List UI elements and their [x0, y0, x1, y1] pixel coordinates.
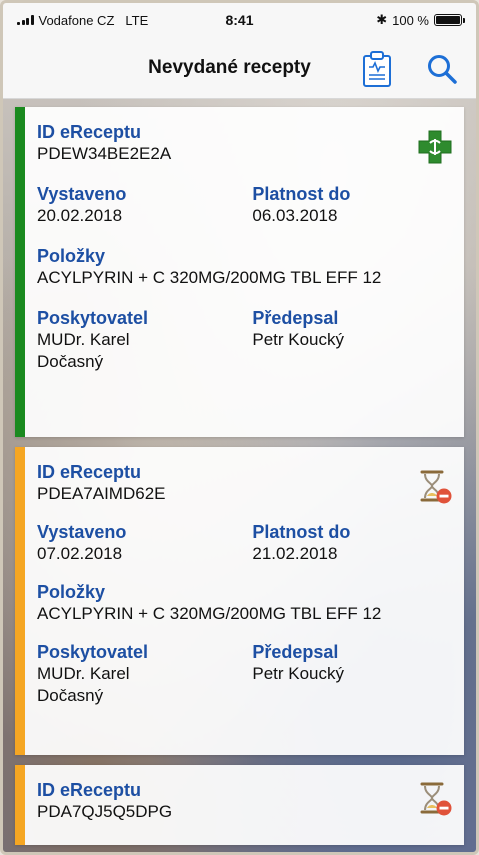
prescription-card[interactable]: ID eReceptu PDA7QJ5Q5DPG — [15, 765, 464, 845]
prescription-card[interactable]: ID eReceptu PDEW34BE2E2A Vystaveno 20.02… — [15, 107, 464, 437]
status-right: ✱ 100 % — [376, 12, 465, 28]
carrier-name: Vodafone CZ — [38, 12, 115, 28]
prescriber-value: Petr Koucký — [252, 330, 345, 349]
nav-bar: Nevydané recepty — [3, 37, 476, 99]
bluetooth-icon: ✱ — [376, 12, 388, 27]
clipboard-icon — [363, 51, 391, 87]
prescriber-label: Předepsal — [252, 308, 339, 328]
id-value: PDA7QJ5Q5DPG — [37, 802, 173, 821]
valid-until-label: Platnost do — [252, 184, 351, 204]
issued-label: Vystaveno — [37, 184, 127, 204]
issued-label: Vystaveno — [37, 522, 127, 542]
id-value: PDEA7AIMD62E — [37, 484, 166, 503]
valid-until-label: Platnost do — [252, 522, 351, 542]
prescriber-value: Petr Koucký — [252, 664, 345, 683]
provider-value-line1: MUDr. Karel — [37, 664, 130, 683]
status-left: Vodafone CZ LTE — [17, 13, 148, 28]
hourglass-cancel-icon — [420, 782, 452, 816]
clipboard-button[interactable] — [362, 51, 392, 87]
valid-until-value: 06.03.2018 — [252, 206, 338, 225]
id-label: ID eReceptu — [37, 780, 142, 800]
network-type: LTE — [125, 12, 149, 28]
id-label: ID eReceptu — [37, 122, 142, 142]
issued-value: 20.02.2018 — [37, 206, 123, 225]
hourglass-cancel-icon — [420, 470, 452, 504]
search-icon — [428, 55, 457, 84]
id-value: PDEW34BE2E2A — [37, 144, 172, 163]
provider-label: Poskytovatel — [37, 642, 149, 662]
prescription-card[interactable]: ID eReceptu PDEA7AIMD62E Vystaveno 07.02… — [15, 447, 464, 755]
issued-value: 07.02.2018 — [37, 544, 123, 563]
signal-icon — [17, 15, 34, 25]
items-value: ACYLPYRIN + C 320MG/200MG TBL EFF 12 — [37, 268, 382, 287]
items-label: Položky — [37, 582, 106, 602]
provider-label: Poskytovatel — [37, 308, 149, 328]
battery-icon — [434, 14, 465, 26]
battery-percent: 100 % — [392, 12, 429, 28]
valid-until-value: 21.02.2018 — [252, 544, 338, 563]
phone-frame: Vodafone CZ LTE 8:41 ✱ 100 % Nevydané re… — [0, 0, 479, 855]
items-value: ACYLPYRIN + C 320MG/200MG TBL EFF 12 — [37, 604, 382, 623]
page-title: Nevydané recepty — [148, 56, 311, 78]
items-label: Položky — [37, 246, 106, 266]
prescriber-label: Předepsal — [252, 642, 339, 662]
prescription-list: ID eReceptu PDEW34BE2E2A Vystaveno 20.02… — [3, 99, 476, 845]
status-bar: Vodafone CZ LTE 8:41 ✱ 100 % — [3, 3, 476, 37]
search-button[interactable] — [426, 53, 458, 85]
provider-value-line1: MUDr. Karel — [37, 330, 130, 349]
provider-value-line2: Dočasný — [37, 352, 104, 371]
provider-value-line2: Dočasný — [37, 686, 104, 705]
pharmacy-cross-icon — [418, 130, 452, 164]
id-label: ID eReceptu — [37, 462, 142, 482]
